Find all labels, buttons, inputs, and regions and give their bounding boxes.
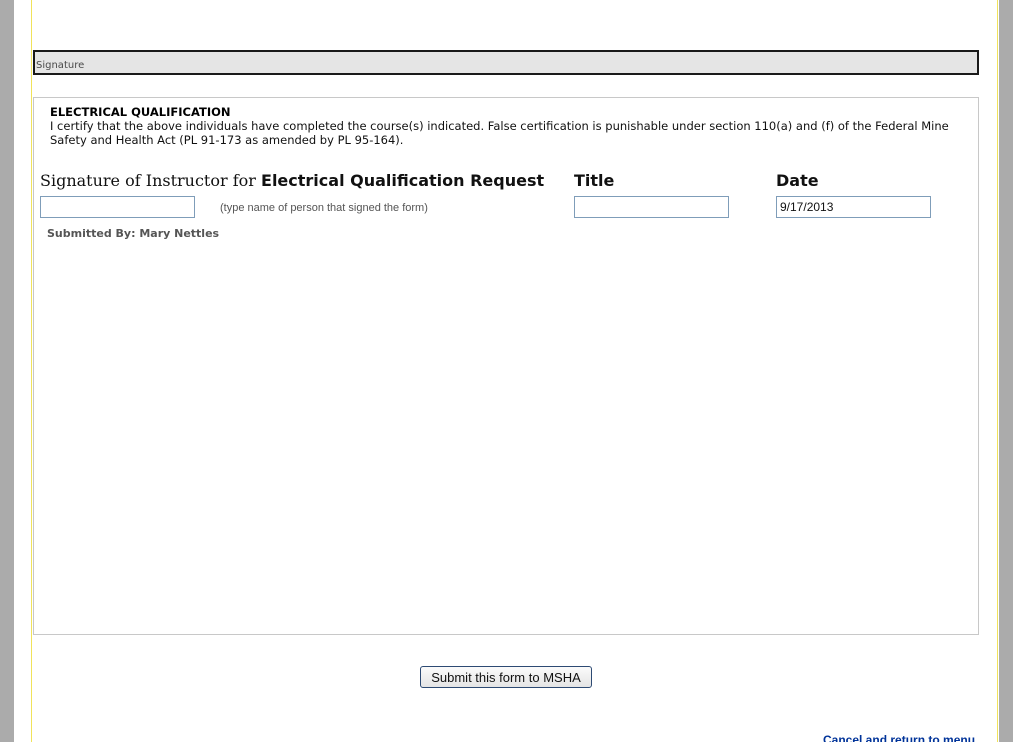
- instructor-signature-input[interactable]: [40, 196, 195, 218]
- title-input[interactable]: [574, 196, 729, 218]
- instructor-label-request-type: Electrical Qualification Request: [261, 171, 545, 190]
- submitted-by-text: Submitted By: Mary Nettles: [47, 227, 220, 240]
- electrical-qualification-title: ELECTRICAL QUALIFICATION: [50, 105, 231, 119]
- submit-form-button[interactable]: Submit this form to MSHA: [420, 666, 592, 688]
- title-column-label: Title: [574, 171, 615, 190]
- instructor-signature-hint: (type name of person that signed the for…: [220, 202, 428, 214]
- instructor-signature-label: Signature of Instructor for Electrical Q…: [40, 171, 544, 190]
- instructor-label-prefix: Signature of Instructor for: [40, 171, 256, 190]
- signature-section-header: Signature: [33, 50, 979, 75]
- page-content: Signature ELECTRICAL QUALIFICATION I cer…: [14, 0, 999, 742]
- certification-statement: I certify that the above individuals hav…: [50, 119, 949, 147]
- signature-header-label: Signature: [36, 60, 85, 71]
- signature-panel: ELECTRICAL QUALIFICATION I certify that …: [33, 97, 979, 635]
- date-column-label: Date: [776, 171, 819, 190]
- cancel-return-to-menu-link[interactable]: Cancel and return to menu: [823, 733, 975, 742]
- date-input[interactable]: [776, 196, 931, 218]
